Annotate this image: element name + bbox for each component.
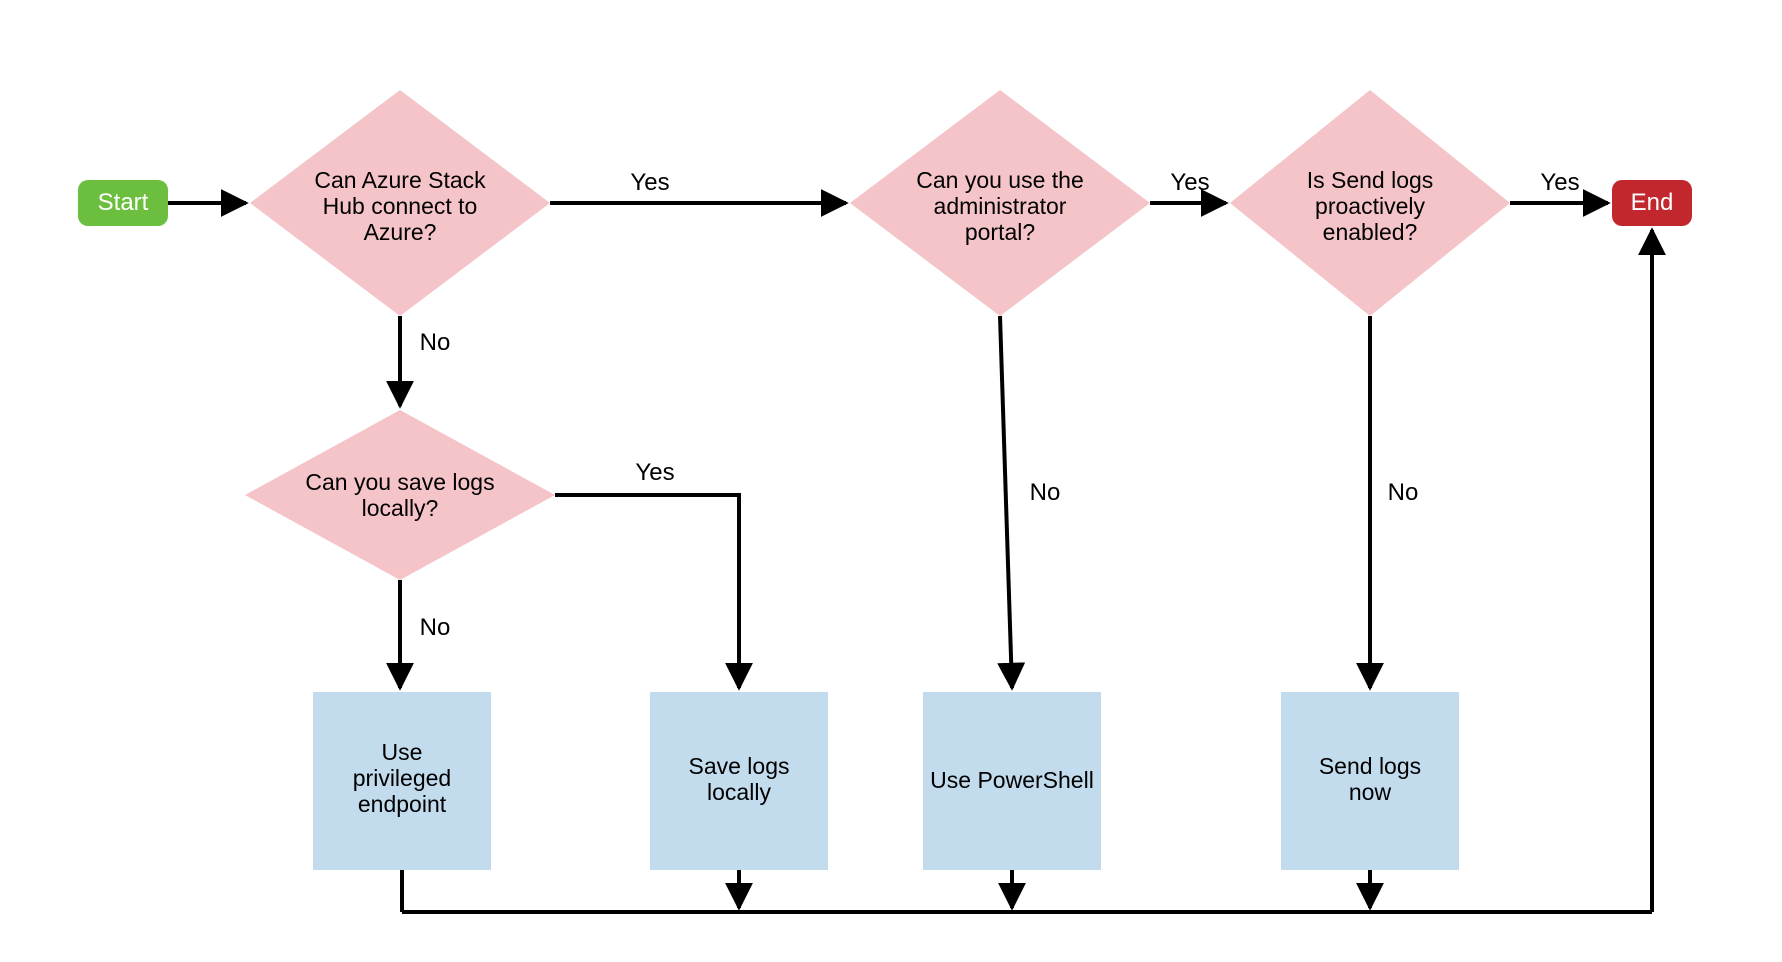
svg-text:Is Send logs: Is Send logs	[1307, 167, 1434, 193]
svg-text:locally?: locally?	[362, 495, 439, 521]
svg-text:privileged: privileged	[353, 765, 451, 791]
svg-text:Can you save logs: Can you save logs	[305, 469, 494, 495]
process-save-logs-locally: Save logs locally	[650, 692, 828, 870]
svg-text:locally: locally	[707, 779, 771, 805]
process-privileged-endpoint: Use privileged endpoint	[313, 692, 491, 870]
svg-text:Can you use the: Can you use the	[916, 167, 1084, 193]
svg-text:administrator: administrator	[934, 193, 1067, 219]
edge-d4-p2	[555, 495, 739, 688]
label-d1-no: No	[420, 329, 451, 356]
label-d2-no: No	[1030, 479, 1061, 506]
process-use-powershell: Use PowerShell	[923, 692, 1101, 870]
flowchart-canvas: Start Can Azure Stack Hub connect to Azu…	[0, 0, 1782, 962]
process-send-logs-now: Send logs now	[1281, 692, 1459, 870]
label-d1-yes: Yes	[630, 169, 669, 196]
label-d3-yes: Yes	[1540, 169, 1579, 196]
end-label: End	[1631, 189, 1674, 216]
decision-admin-portal: Can you use the administrator portal?	[850, 90, 1150, 316]
label-d4-yes: Yes	[635, 459, 674, 486]
edge-d2-p3	[1000, 316, 1012, 688]
start-node: Start	[78, 180, 168, 226]
label-d2-yes: Yes	[1170, 169, 1209, 196]
svg-text:Azure?: Azure?	[364, 219, 437, 245]
decision-save-logs-locally: Can you save logs locally?	[245, 410, 555, 580]
svg-text:Send logs: Send logs	[1319, 753, 1421, 779]
decision-send-logs-enabled: Is Send logs proactively enabled?	[1230, 90, 1510, 316]
svg-text:Hub connect to: Hub connect to	[323, 193, 478, 219]
svg-text:Use PowerShell: Use PowerShell	[930, 767, 1094, 793]
svg-text:portal?: portal?	[965, 219, 1035, 245]
start-label: Start	[98, 189, 149, 216]
svg-text:enabled?: enabled?	[1323, 219, 1418, 245]
svg-text:now: now	[1349, 779, 1392, 805]
label-d3-no: No	[1388, 479, 1419, 506]
svg-text:Save logs: Save logs	[688, 753, 789, 779]
end-node: End	[1612, 180, 1692, 226]
label-d4-no: No	[420, 614, 451, 641]
decision-connect-azure: Can Azure Stack Hub connect to Azure?	[250, 90, 550, 316]
svg-text:endpoint: endpoint	[358, 791, 447, 817]
svg-text:Use: Use	[382, 739, 423, 765]
svg-text:proactively: proactively	[1315, 193, 1425, 219]
svg-text:Can Azure Stack: Can Azure Stack	[314, 167, 486, 193]
